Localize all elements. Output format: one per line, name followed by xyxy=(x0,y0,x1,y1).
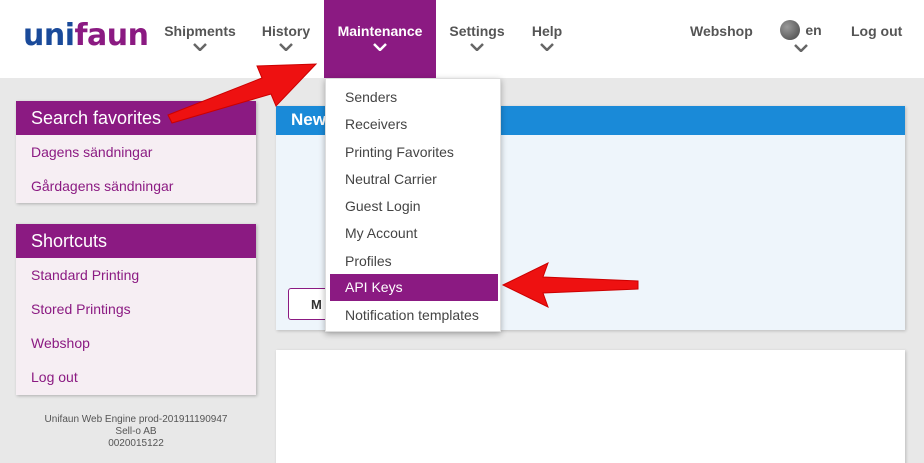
chevron-down-icon xyxy=(540,43,554,51)
search-favorites-panel: Search favorites Dagens sändningar Gårda… xyxy=(16,101,256,203)
language-selector[interactable]: en xyxy=(776,20,826,52)
logo-part-uni: uni xyxy=(23,18,75,53)
shortcuts-panel: Shortcuts Standard Printing Stored Print… xyxy=(16,224,256,395)
unifaun-logo[interactable]: unifaun xyxy=(23,18,149,53)
favorite-link-yesterday[interactable]: Gårdagens sändningar xyxy=(16,169,256,203)
nav-maintenance[interactable]: Maintenance xyxy=(324,0,436,78)
nav-webshop[interactable]: Webshop xyxy=(690,23,753,39)
shortcut-log-out[interactable]: Log out xyxy=(16,360,256,394)
nav-logout[interactable]: Log out xyxy=(851,23,902,39)
nav-shipments[interactable]: Shipments xyxy=(160,0,240,78)
chevron-down-icon xyxy=(193,43,207,51)
menu-item-senders[interactable]: Senders xyxy=(330,84,498,111)
nav-help[interactable]: Help xyxy=(526,0,568,78)
nav-maintenance-label: Maintenance xyxy=(337,23,423,39)
menu-item-profiles[interactable]: Profiles xyxy=(330,248,498,275)
nav-history[interactable]: History xyxy=(254,0,318,78)
footer-company: Sell-o AB xyxy=(115,426,157,437)
menu-item-receivers[interactable]: Receivers xyxy=(330,111,498,138)
footer-version: Unifaun Web Engine prod-201911190947 xyxy=(44,414,228,425)
chevron-down-icon xyxy=(279,43,293,51)
chevron-down-icon xyxy=(470,43,484,51)
globe-icon xyxy=(780,20,801,40)
chevron-down-icon xyxy=(794,44,808,52)
menu-item-api-keys[interactable]: API Keys xyxy=(330,274,498,301)
nav-shipments-label: Shipments xyxy=(164,23,236,39)
chevron-down-icon xyxy=(373,43,387,51)
shortcut-stored-printings[interactable]: Stored Printings xyxy=(16,292,256,326)
menu-item-my-account[interactable]: My Account xyxy=(330,220,498,247)
nav-settings[interactable]: Settings xyxy=(446,0,508,78)
nav-settings-label: Settings xyxy=(449,23,505,39)
shortcut-standard-printing[interactable]: Standard Printing xyxy=(16,258,256,292)
search-favorites-title: Search favorites xyxy=(16,101,256,135)
footer-info: Unifaun Web Engine prod-201911190947 Sel… xyxy=(16,414,256,450)
logo-part-faun: faun xyxy=(74,18,150,53)
maintenance-dropdown: Senders Receivers Printing Favorites Neu… xyxy=(325,78,501,332)
menu-item-printing-favorites[interactable]: Printing Favorites xyxy=(330,139,498,166)
menu-item-guest-login[interactable]: Guest Login xyxy=(330,193,498,220)
menu-item-notification-templates[interactable]: Notification templates xyxy=(330,302,498,329)
language-label: en xyxy=(805,22,822,38)
shortcut-webshop[interactable]: Webshop xyxy=(16,326,256,360)
top-header: unifaun Shipments History Maintenance Se… xyxy=(0,0,924,78)
favorite-link-today[interactable]: Dagens sändningar xyxy=(16,135,256,169)
menu-item-neutral-carrier[interactable]: Neutral Carrier xyxy=(330,166,498,193)
nav-help-label: Help xyxy=(531,23,563,39)
nav-history-label: History xyxy=(261,23,311,39)
shortcuts-title: Shortcuts xyxy=(16,224,256,258)
content-card xyxy=(276,350,905,463)
footer-number: 0020015122 xyxy=(108,438,164,449)
